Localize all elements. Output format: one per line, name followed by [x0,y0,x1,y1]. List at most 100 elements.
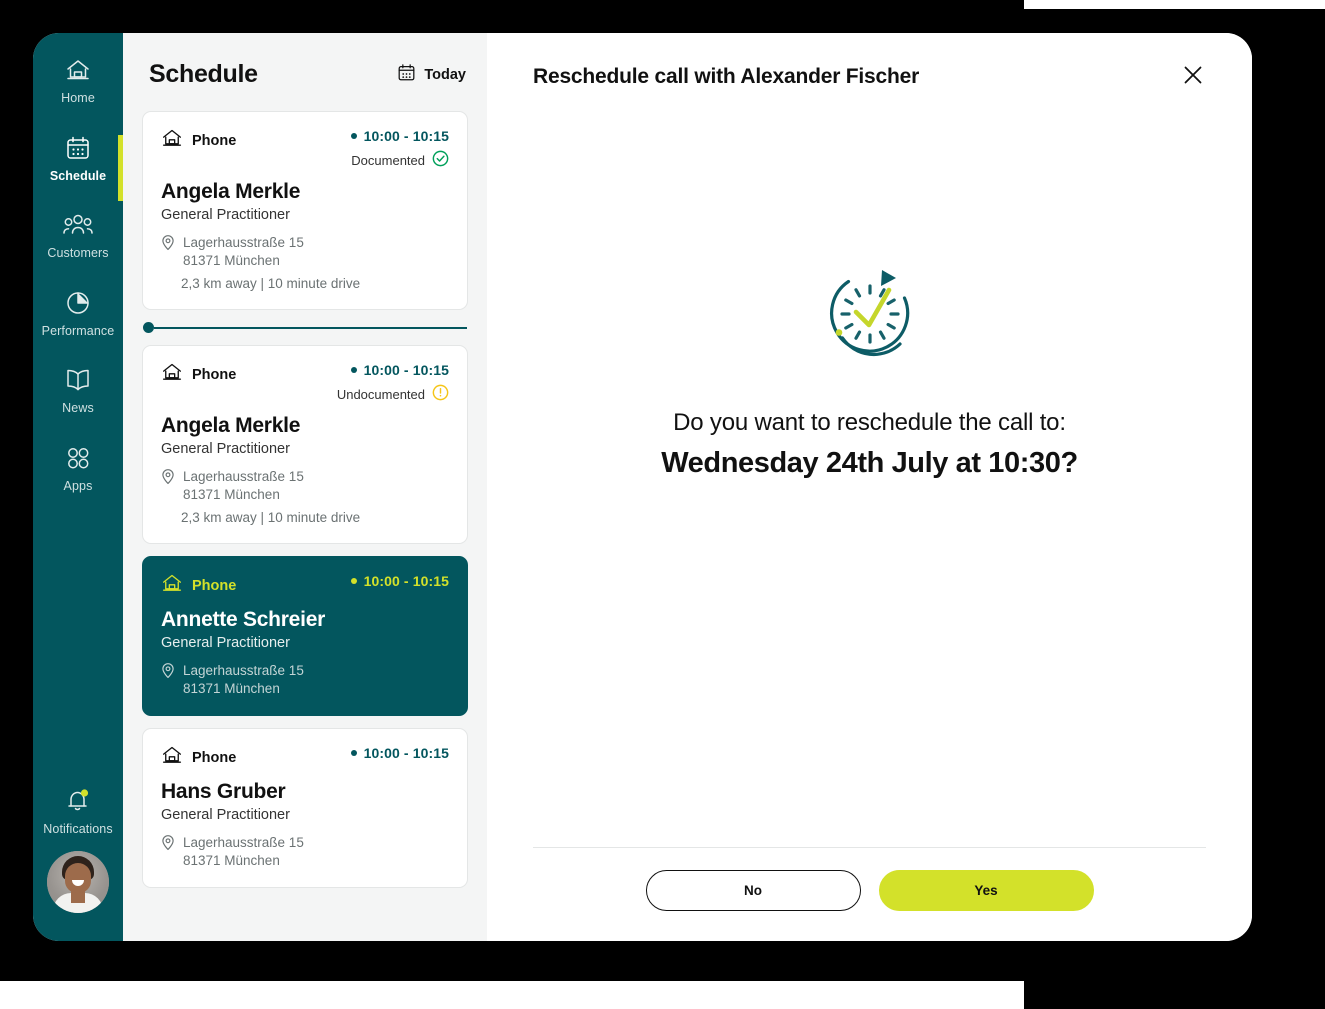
card-header: Phone 10:00 - 10:15 [161,745,449,770]
card-distance: 2,3 km away | 10 minute drive [181,276,361,292]
avatar-face [65,863,91,893]
card-customer-role: General Practitioner [161,635,290,652]
dialog-footer: No Yes [533,847,1206,941]
card-time-label: 10:00 - 10:15 [363,573,449,590]
appointment-card[interactable]: Phone 10:00 - 10:15 Hans Gruber General … [142,728,468,889]
card-type: Phone [161,128,236,153]
house-icon [161,573,183,598]
card-status-block: 10:00 - 10:15 Undocumented [337,362,449,404]
sidebar-item-label: Performance [41,323,115,338]
card-address: Lagerhausstraße 15 81371 München [161,234,449,269]
pie-chart-icon [65,288,91,318]
sidebar-item-label: Notifications [43,821,113,836]
apps-grid-icon [65,443,91,473]
sidebar-item-performance[interactable]: Performance [33,288,123,338]
close-button[interactable] [1180,64,1206,90]
status-label: Documented [351,152,425,168]
schedule-panel: Schedule Today Phone 10:00 - 10:15 Docum… [123,33,487,941]
card-time: 10:00 - 10:15 [337,362,449,378]
card-header: Phone 10:00 - 10:15 [161,573,449,598]
card-time-label: 10:00 - 10:15 [363,362,449,379]
sidebar-item-schedule[interactable]: Schedule [33,133,123,183]
bell-icon [64,786,92,816]
card-address: Lagerhausstraße 15 81371 München [161,662,449,697]
sidebar-item-home[interactable]: Home [33,55,123,105]
schedule-header: Schedule Today [142,33,468,111]
address-line-1: Lagerhausstraße 15 [183,469,304,485]
timeline-dot-icon [143,322,154,334]
card-type: Phone [161,573,236,598]
dialog-header: Reschedule call with Alexander Fischer [533,33,1206,90]
card-time-label: 10:00 - 10:15 [363,745,449,762]
sidebar-item-customers[interactable]: Customers [33,210,123,260]
card-address-text: Lagerhausstraße 15 81371 München [183,834,304,869]
card-address-text: Lagerhausstraße 15 81371 München [183,468,304,503]
status-badge: Documented [351,150,449,170]
today-button[interactable]: Today [397,63,466,87]
address-line-1: Lagerhausstraße 15 [183,235,304,250]
sidebar-item-label: Schedule [49,168,107,183]
sidebar-item-label: Apps [63,478,93,493]
sidebar-item-notifications[interactable]: Notifications [33,786,123,836]
location-pin-icon [161,234,175,269]
card-customer-role: General Practitioner [161,807,290,824]
time-dot-icon [350,367,357,374]
card-time: 10:00 - 10:15 [350,745,449,762]
book-icon [64,365,92,395]
address-line-1: Lagerhausstraße 15 [183,835,304,851]
location-pin-icon [161,468,175,503]
card-header: Phone 10:00 - 10:15 Undocumented [161,362,449,404]
card-customer-name: Angela Merkle [161,180,301,203]
card-address: Lagerhausstraße 15 81371 München [161,468,449,503]
appointment-card[interactable]: Phone 10:00 - 10:15 Documented Angela Me… [142,111,468,311]
yes-button[interactable]: Yes [878,870,1094,911]
card-time: 10:00 - 10:15 [350,573,449,590]
calendar-icon [397,63,416,87]
close-icon [1181,63,1205,92]
card-status-block: 10:00 - 10:15 [350,573,449,590]
today-label: Today [424,66,466,83]
card-type-label: Phone [192,749,237,766]
dialog-body: Do you want to reschedule the call to: W… [533,90,1206,847]
sidebar-item-apps[interactable]: Apps [33,443,123,493]
backdrop-band-top-right [1024,0,1325,9]
timeline-divider [143,322,467,334]
sidebar-item-label: News [62,401,94,415]
card-type: Phone [161,362,236,387]
dialog-title: Reschedule call with Alexander Fischer [533,65,920,88]
time-dot-icon [350,750,357,757]
confirm-date: Wednesday 24th July at 10:30? [661,447,1078,479]
card-type-label: Phone [192,366,237,383]
card-type-label: Phone [192,132,237,149]
card-address-text: Lagerhausstraße 15 81371 München [183,662,304,697]
card-customer-name: Angela Merkle [161,414,301,438]
address-line-2: 81371 München [183,486,280,502]
sidebar: Home Schedule Customers Performance News… [33,33,123,941]
reschedule-dialog: Reschedule call with Alexander Fischer D… [487,33,1252,941]
card-type-label: Phone [192,577,237,594]
no-button[interactable]: No [645,870,861,911]
address-line-2: 81371 München [183,852,280,868]
address-line-1: Lagerhausstraße 15 [183,663,304,679]
time-dot-icon [350,578,357,585]
card-customer-role: General Practitioner [161,441,290,458]
house-icon [161,362,183,387]
card-type: Phone [161,745,236,770]
location-pin-icon [161,834,175,869]
card-time: 10:00 - 10:15 [350,128,449,144]
appointment-card-selected[interactable]: Phone 10:00 - 10:15 Annette Schreier Gen… [142,556,468,717]
card-customer-name: Hans Gruber [161,780,286,804]
sidebar-item-news[interactable]: News [33,365,123,415]
status-label: Undocumented [336,386,425,402]
avatar[interactable] [47,851,109,913]
card-status-block: 10:00 - 10:15 Documented [350,128,449,170]
check-circle-icon [432,150,449,170]
sidebar-item-label: Home [61,91,95,105]
sidebar-item-label: Customers [47,246,109,260]
confirm-question: Do you want to reschedule the call to: [673,409,1066,436]
address-line-2: 81371 München [183,252,280,268]
address-line-2: 81371 München [183,680,280,696]
card-distance: 2,3 km away | 10 minute drive [181,510,361,526]
timeline-line [154,326,467,329]
appointment-card[interactable]: Phone 10:00 - 10:15 Undocumented Angela … [142,345,468,545]
